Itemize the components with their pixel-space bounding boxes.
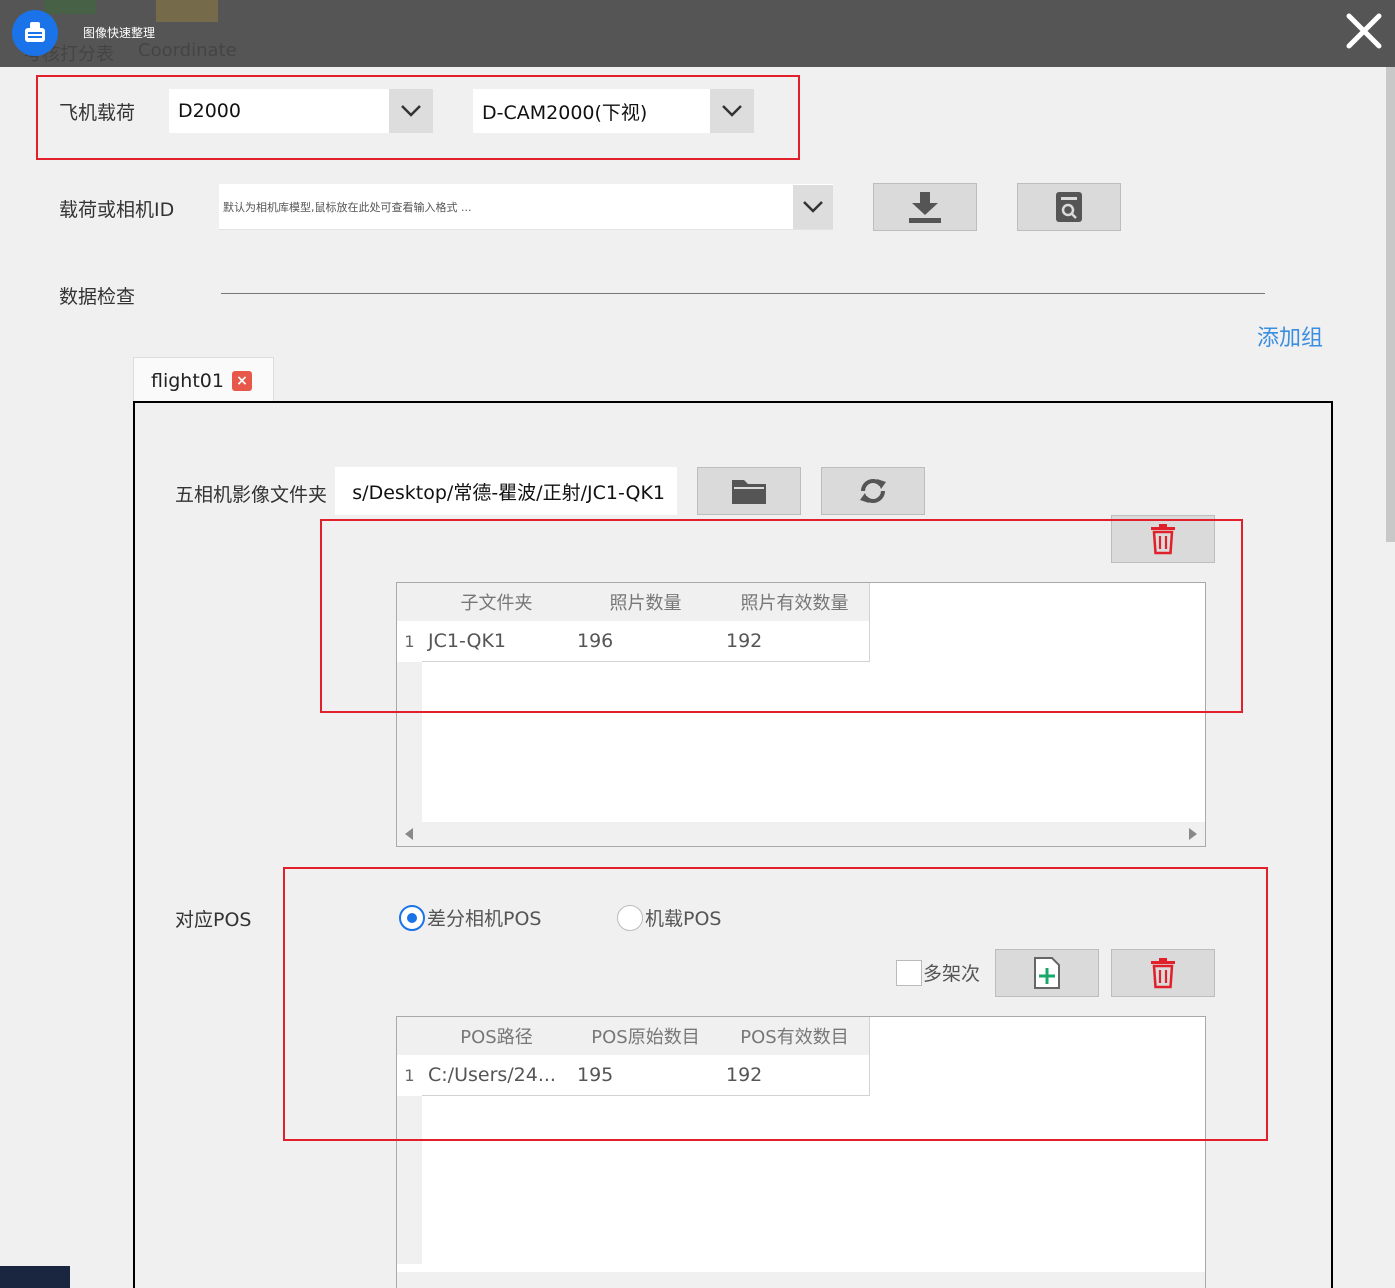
close-tab-icon[interactable]: × xyxy=(231,370,252,391)
radio-label: 差分相机POS xyxy=(427,908,542,930)
background-folder-icon xyxy=(156,0,218,22)
images-folder-label: 五相机影像文件夹 xyxy=(175,484,328,506)
app-title: 图像快速整理 xyxy=(83,26,156,40)
column-header[interactable]: POS有效数目 xyxy=(720,1017,870,1055)
images-folder-path-input[interactable]: s/Desktop/常德-瞿波/正射/JC1-QK1 xyxy=(335,467,677,515)
download-button[interactable] xyxy=(873,183,977,231)
column-header[interactable]: POS路径 xyxy=(422,1017,572,1055)
payload-label: 飞机载荷 xyxy=(59,102,136,124)
checkbox-icon[interactable] xyxy=(896,959,922,986)
camera-id-placeholder: 默认为相机库模型,鼠标放在此处可查看输入格式 ... xyxy=(223,200,472,214)
table-cell[interactable]: 195 xyxy=(571,1055,721,1096)
horizontal-scrollbar[interactable] xyxy=(397,1272,1205,1288)
radio-unselected-icon[interactable] xyxy=(617,904,643,931)
images-table[interactable]: 子文件夹 照片数量 照片有效数量 1 JC1-QK1 196 192 xyxy=(396,582,1206,847)
row-number[interactable]: 1 xyxy=(397,1055,422,1096)
add-file-icon xyxy=(1034,957,1060,989)
document-search-icon xyxy=(1056,192,1082,222)
table-cell[interactable]: JC1-QK1 xyxy=(422,621,572,662)
aircraft-select[interactable]: D2000 xyxy=(169,89,433,133)
view-document-button[interactable] xyxy=(1017,183,1121,231)
title-bar: 考核打分表 Coordinate 图像快速整理 xyxy=(0,0,1395,67)
aircraft-select-value: D2000 xyxy=(178,100,241,122)
table-cell[interactable]: 192 xyxy=(720,621,870,662)
camera-id-input[interactable]: 默认为相机库模型,鼠标放在此处可查看输入格式 ... xyxy=(219,184,833,230)
pos-table[interactable]: POS路径 POS原始数目 POS有效数目 1 C:/Users/24... 1… xyxy=(396,1016,1206,1288)
trash-icon xyxy=(1151,958,1175,989)
vertical-scrollbar[interactable] xyxy=(1386,67,1395,542)
scroll-right-icon[interactable] xyxy=(1189,828,1197,840)
column-header[interactable]: 子文件夹 xyxy=(422,583,572,621)
data-check-label: 数据检查 xyxy=(59,286,136,308)
camera-id-label: 载荷或相机ID xyxy=(59,199,175,221)
background-text: Coordinate xyxy=(138,40,237,61)
close-button[interactable] xyxy=(1343,10,1385,52)
row-number[interactable]: 1 xyxy=(397,621,422,662)
radio-selected-icon[interactable] xyxy=(399,904,425,931)
camera-select[interactable]: D-CAM2000(下视) xyxy=(473,89,754,133)
row-header-gutter xyxy=(397,583,422,822)
refresh-button[interactable] xyxy=(821,467,925,515)
taskbar-fragment xyxy=(0,1266,70,1288)
multi-flight-checkbox[interactable]: 多架次 xyxy=(896,959,980,986)
delete-pos-button[interactable] xyxy=(1111,949,1215,997)
chevron-down-icon[interactable] xyxy=(389,89,433,133)
add-pos-file-button[interactable] xyxy=(995,949,1099,997)
camera-select-value: D-CAM2000(下视) xyxy=(482,101,648,124)
column-header[interactable]: 照片数量 xyxy=(571,583,721,621)
divider xyxy=(221,293,1265,294)
chevron-down-icon[interactable] xyxy=(793,184,833,229)
tab-label: flight01 xyxy=(151,369,224,392)
radio-airborne-pos[interactable]: 机载POS xyxy=(617,904,721,931)
table-cell[interactable]: 192 xyxy=(720,1055,870,1096)
table-cell[interactable]: 196 xyxy=(571,621,721,662)
delete-images-button[interactable] xyxy=(1111,515,1215,563)
checkbox-label: 多架次 xyxy=(923,963,981,985)
close-icon xyxy=(1346,13,1382,49)
radio-label: 机载POS xyxy=(645,908,722,930)
refresh-icon xyxy=(860,479,886,503)
background-excel-icon xyxy=(44,0,96,14)
tab-flight01[interactable]: flight01 × xyxy=(133,357,274,403)
column-header[interactable]: 照片有效数量 xyxy=(720,583,870,621)
scroll-left-icon[interactable] xyxy=(405,828,413,840)
trash-icon xyxy=(1151,524,1175,555)
column-header[interactable]: POS原始数目 xyxy=(571,1017,721,1055)
table-cell[interactable]: C:/Users/24... xyxy=(422,1055,572,1096)
folder-icon xyxy=(732,480,766,504)
pos-label: 对应POS xyxy=(175,909,252,931)
horizontal-scrollbar[interactable] xyxy=(397,822,1205,846)
app-logo-icon xyxy=(12,10,58,56)
chevron-down-icon[interactable] xyxy=(710,89,754,133)
download-icon xyxy=(909,192,941,223)
add-group-link[interactable]: 添加组 xyxy=(1257,320,1323,352)
browse-folder-button[interactable] xyxy=(697,467,801,515)
radio-differential-pos[interactable]: 差分相机POS xyxy=(399,904,541,931)
